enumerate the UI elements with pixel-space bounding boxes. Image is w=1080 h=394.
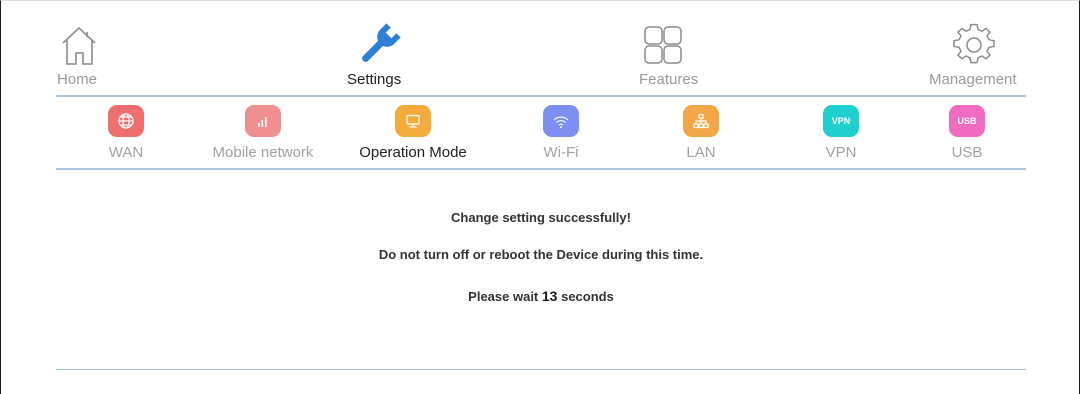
sub-nav-wifi-label: Wi-Fi <box>543 144 579 161</box>
gear-icon <box>949 21 999 71</box>
sub-nav-wan-label: WAN <box>108 144 144 161</box>
sub-nav-operation-mode-label: Operation Mode <box>359 144 467 161</box>
nav-home[interactable]: Home <box>51 1 141 93</box>
vpn-badge-icon: VPN <box>823 105 859 137</box>
nav-management-label: Management <box>929 71 1017 88</box>
sub-nav-lan[interactable]: LAN <box>631 99 771 169</box>
sub-nav-usb[interactable]: USB USB <box>897 99 1037 169</box>
sub-nav-mobile-network[interactable]: Mobile network <box>193 99 333 169</box>
wait-message: Please wait 13 seconds <box>1 288 1080 304</box>
nav-home-label: Home <box>57 71 98 88</box>
nav-settings[interactable]: Settings <box>339 1 429 93</box>
wifi-icon <box>543 105 579 137</box>
sub-nav-operation-mode[interactable]: Operation Mode <box>343 99 483 169</box>
signal-bars-icon <box>245 105 281 137</box>
nav-features-label: Features <box>639 71 699 88</box>
sub-nav-mobile-network-label: Mobile network <box>212 144 314 161</box>
wrench-icon <box>353 21 403 71</box>
globe-icon <box>108 105 144 137</box>
success-message: Change setting successfully! <box>451 210 631 225</box>
sub-nav-vpn[interactable]: VPN VPN <box>771 99 911 169</box>
router-admin-page: Home Settings Features Management WAN Mo… <box>0 0 1080 394</box>
sub-nav-vpn-label: VPN <box>825 144 857 161</box>
settings-sub-nav: WAN Mobile network Operation Mode Wi-Fi <box>1 99 1080 171</box>
warning-message: Do not turn off or reboot the Device dur… <box>378 247 704 262</box>
sub-nav-wan[interactable]: WAN <box>56 99 196 169</box>
wait-prefix: Please wait <box>468 289 539 304</box>
network-tree-icon <box>683 105 719 137</box>
nav-management[interactable]: Management <box>921 1 1031 93</box>
top-nav: Home Settings Features Management <box>1 1 1080 97</box>
monitor-icon <box>395 105 431 137</box>
grid-icon <box>638 21 688 71</box>
wait-suffix: seconds <box>561 289 614 304</box>
home-icon <box>55 21 105 71</box>
sub-nav-lan-label: LAN <box>686 144 716 161</box>
countdown-seconds: 13 <box>541 288 558 304</box>
usb-badge-icon: USB <box>949 105 985 137</box>
sub-nav-divider <box>56 168 1026 170</box>
nav-settings-label: Settings <box>347 71 402 88</box>
nav-divider <box>56 95 1026 97</box>
sub-nav-wifi[interactable]: Wi-Fi <box>491 99 631 169</box>
content-bottom-divider <box>56 369 1026 370</box>
nav-features[interactable]: Features <box>631 1 721 93</box>
sub-nav-usb-label: USB <box>951 144 983 161</box>
